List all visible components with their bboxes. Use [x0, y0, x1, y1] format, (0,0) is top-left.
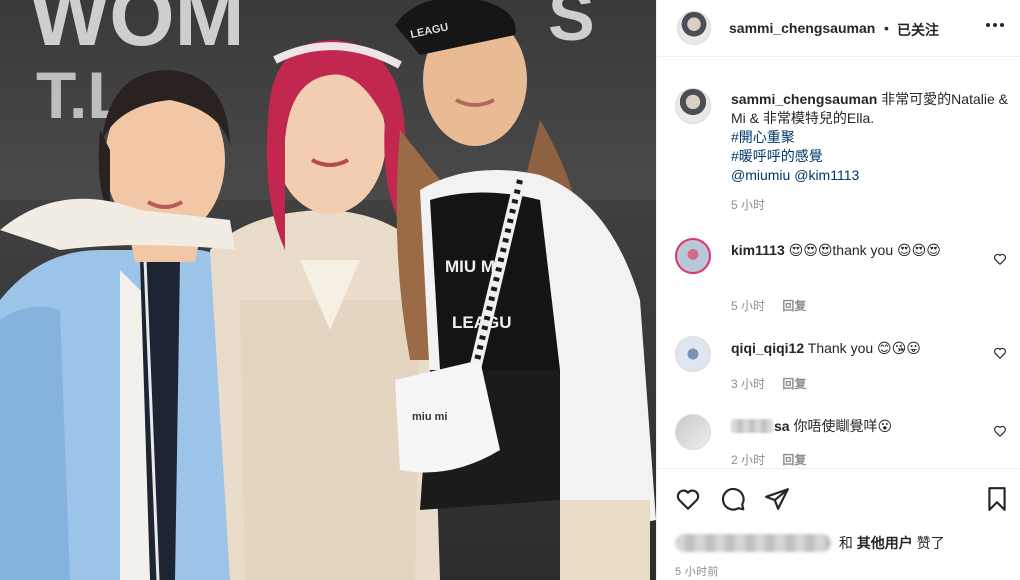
commenter-avatar[interactable] [675, 238, 711, 274]
bag-text: miu mi [412, 411, 447, 423]
like-comment-heart-icon[interactable] [993, 252, 1007, 266]
photo-illustration: WOM S T.L. MIU MI LEAGU miu [0, 0, 656, 580]
like-comment-heart-icon[interactable] [993, 424, 1007, 438]
comment-text: Thank you 😊😘😛 [807, 340, 921, 356]
comment-text: 😍😍😍thank you 😍😍😍 [788, 242, 941, 258]
svg-text:S: S [548, 0, 595, 55]
hashtag-link[interactable]: #開心重聚 [731, 128, 1020, 147]
mention-link[interactable]: @miumiu [731, 167, 790, 183]
author-username[interactable]: sammi_chengsauman [729, 20, 875, 36]
comment-username[interactable]: sa [774, 418, 790, 434]
likes-and: 和 [838, 535, 853, 551]
like-comment-heart-icon[interactable] [993, 346, 1007, 360]
blurred-username-part [731, 419, 773, 433]
commenter-avatar[interactable] [675, 336, 711, 372]
reply-button[interactable]: 回复 [782, 299, 806, 313]
mention-link[interactable]: @kim1113 [794, 167, 859, 183]
post-photo[interactable]: WOM S T.L. MIU MI LEAGU miu [0, 0, 656, 580]
comment-time: 5 小时 [731, 299, 766, 313]
comment-time: 2 小时 [731, 453, 766, 467]
backdrop-text: WOM [30, 0, 245, 63]
caption-author-avatar[interactable] [675, 88, 711, 124]
like-heart-icon[interactable] [675, 486, 701, 512]
comment-bubble-icon[interactable] [720, 486, 746, 512]
blurred-liker-names [675, 534, 831, 552]
post-actions-bar [657, 468, 1020, 530]
share-paper-plane-icon[interactable] [764, 486, 790, 512]
comment-meta: 3 小时 回复 [731, 375, 820, 392]
post-header: sammi_chengsauman • 已关注 [657, 0, 1020, 57]
separator-dot: • [884, 20, 889, 36]
comment-username[interactable]: kim1113 [731, 242, 785, 258]
post-side-panel: sammi_chengsauman • 已关注 sammi_chengsauma… [656, 0, 1020, 580]
comment-meta: 5 小时 回复 [731, 297, 820, 314]
caption-username[interactable]: sammi_chengsauman [731, 91, 877, 107]
comments-list[interactable]: sammi_chengsauman 非常可愛的Natalie & Mi & 非常… [657, 57, 1020, 468]
comment-time: 3 小时 [731, 377, 766, 391]
caption-time: 5 小时 [731, 198, 766, 212]
commenter-avatar[interactable] [675, 414, 711, 450]
comment-text-block: qiqi_qiqi12 Thank you 😊😘😛 [731, 339, 981, 358]
comment-username[interactable]: qiqi_qiqi12 [731, 340, 804, 356]
following-button[interactable]: 已关注 [897, 20, 939, 40]
comment-text-block: kim1113 😍😍😍thank you 😍😍😍 [731, 241, 981, 260]
likes-summary[interactable]: 和 其他用户 赞了 [675, 533, 1015, 555]
reply-button[interactable]: 回复 [782, 453, 806, 467]
likes-liked: 赞了 [916, 535, 945, 551]
hashtag-link[interactable]: #暖呼呼的感覺 [731, 147, 1020, 166]
shirt-text-1: MIU MI [445, 257, 500, 276]
comment-text: 你唔使瞓覺咩😮 [793, 418, 893, 434]
comment-meta: 2 小时 回复 [731, 451, 820, 468]
author-avatar[interactable] [677, 11, 711, 45]
reply-button[interactable]: 回复 [782, 377, 806, 391]
likes-others[interactable]: 其他用户 [857, 535, 913, 551]
post-timestamp: 5 小时前 [675, 566, 719, 578]
comment-text-block: sa 你唔使瞓覺咩😮 [731, 417, 981, 436]
save-bookmark-icon[interactable] [984, 486, 1010, 512]
caption-text-block: sammi_chengsauman 非常可愛的Natalie & Mi & 非常… [731, 90, 1020, 185]
more-dots-icon[interactable] [984, 14, 1006, 40]
